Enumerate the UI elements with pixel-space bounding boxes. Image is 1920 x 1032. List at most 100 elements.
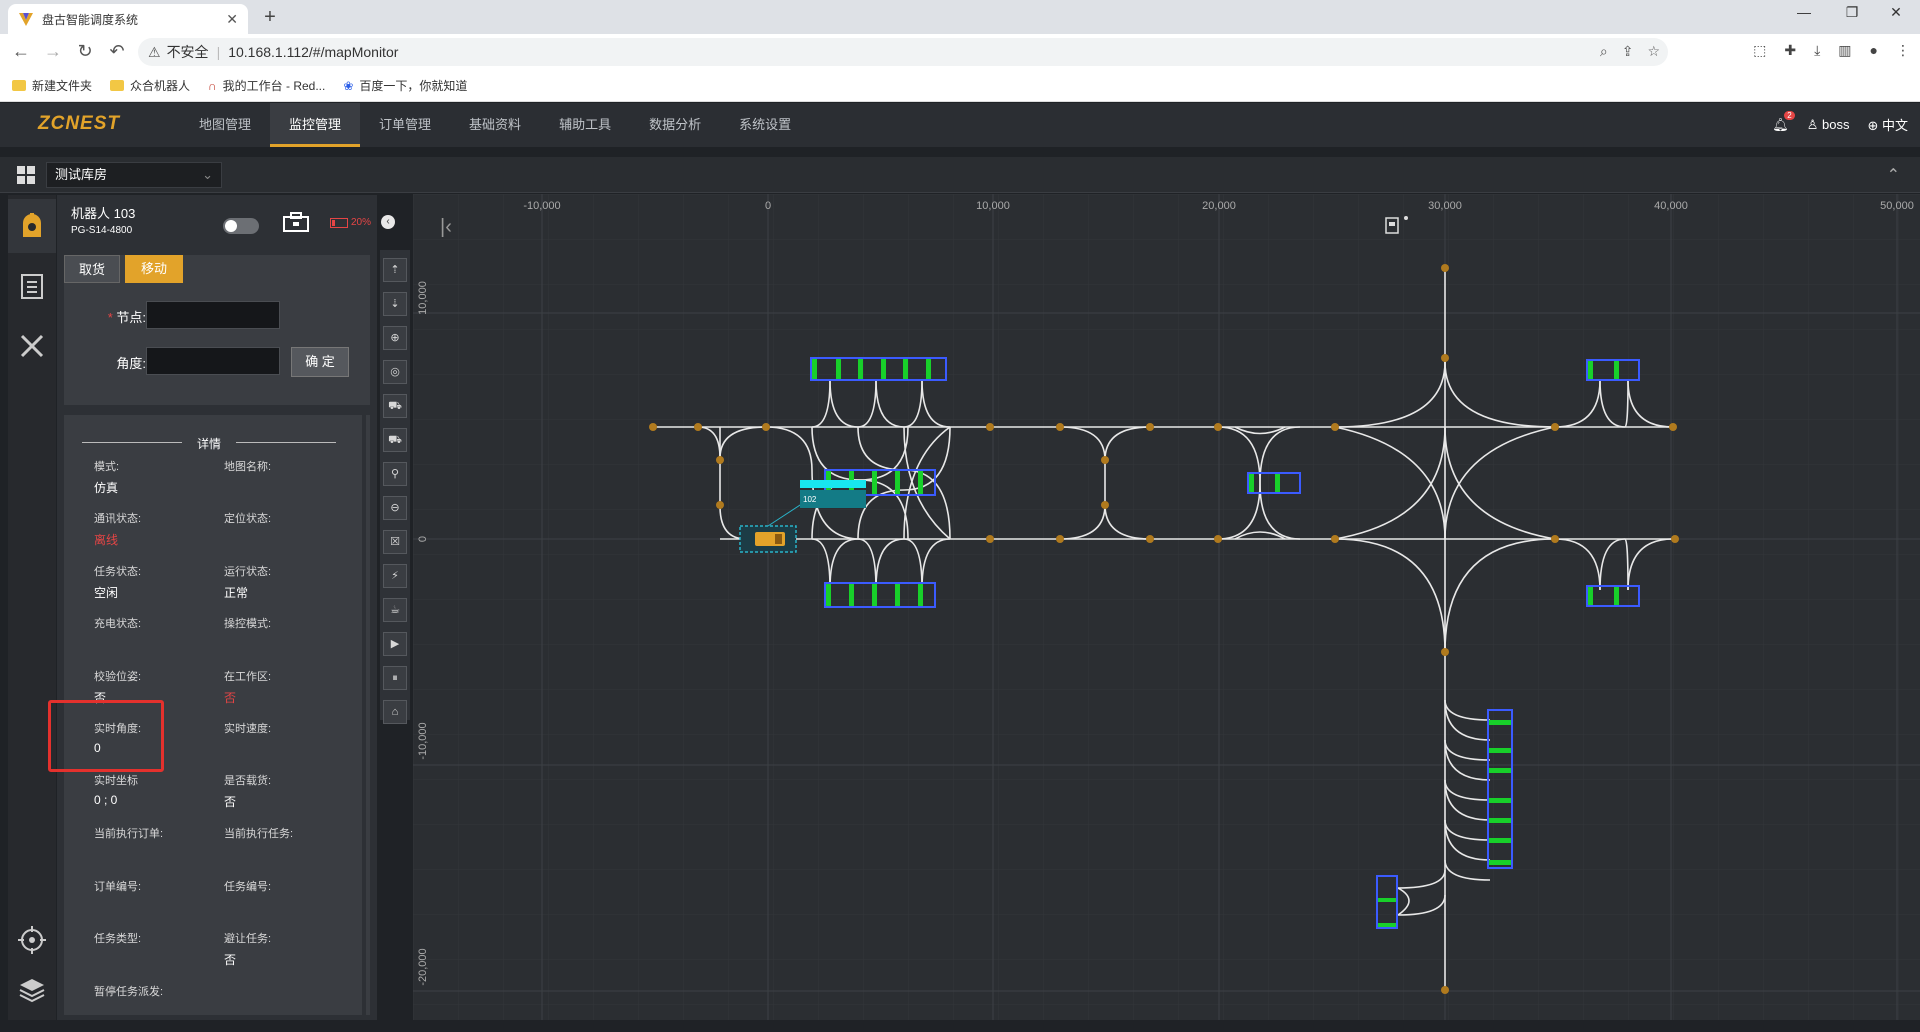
clear-icon[interactable]: ☒ — [383, 530, 407, 554]
extensions-icon[interactable]: ✚ — [1784, 42, 1796, 59]
history-back-icon[interactable]: ↶ — [106, 41, 128, 63]
locate-target-icon[interactable] — [8, 913, 56, 967]
avoid-value: 否 — [224, 953, 237, 967]
cup-icon[interactable]: ☕ — [383, 598, 407, 622]
reload-icon[interactable]: ↻ — [74, 41, 96, 63]
layers-icon[interactable] — [8, 963, 56, 1017]
close-panel-icon[interactable]: ‹ — [381, 215, 395, 229]
address-bar: ← → ↻ ↶ ⚠ 不安全 | 10.168.1.112/#/mapMonito… — [0, 34, 1920, 70]
node-input[interactable] — [146, 301, 280, 329]
redmine-icon: ∩ — [208, 78, 217, 93]
toolbox-icon[interactable] — [283, 212, 309, 232]
baidu-icon: ❀ — [343, 78, 354, 93]
confirm-button[interactable]: 确 定 — [291, 347, 349, 377]
warehouse-select[interactable]: 测试库房 ⌄ — [46, 162, 222, 188]
detail-title: 详情 — [64, 435, 354, 452]
run-state-label: 运行状态: — [224, 566, 272, 578]
dashboard-icon[interactable] — [16, 165, 36, 185]
y-tick: -10,000 — [417, 722, 429, 759]
bookmark-item[interactable]: ❀ 百度一下，你就知道 — [343, 77, 467, 94]
nav-basic-data[interactable]: 基础资料 — [450, 103, 540, 147]
robot-enable-toggle[interactable] — [223, 218, 259, 234]
angle-input[interactable] — [146, 347, 280, 375]
vehicle-icon[interactable]: ⛟ — [383, 394, 407, 418]
left-icon-rail — [8, 195, 56, 1020]
minimize-icon[interactable]: — — [1784, 4, 1824, 20]
charging-station-icon[interactable]: ⚡ — [383, 564, 407, 588]
robot-list-icon[interactable]: ⌂ — [383, 700, 407, 724]
charge-label: 充电状态: — [94, 618, 142, 630]
loc-label: 定位状态: — [224, 513, 272, 525]
clipboard-icon[interactable] — [8, 259, 56, 313]
upload-icon[interactable]: ⇡ — [383, 258, 407, 282]
pick-button[interactable]: 取货 — [64, 255, 120, 283]
x-tick: 30,000 — [1428, 200, 1462, 212]
bookmark-star-icon[interactable]: ☆ — [1647, 43, 1660, 60]
nav-aux-tools[interactable]: 辅助工具 — [540, 103, 630, 147]
pin-icon[interactable]: ⚲ — [383, 462, 407, 486]
check-pose-label: 校验位姿: — [94, 671, 142, 683]
download-icon[interactable]: ⤓ — [1814, 42, 1820, 59]
target-icon[interactable]: ◎ — [383, 360, 407, 384]
brand-logo: ZCNEST — [38, 113, 120, 134]
collapse-panel-icon[interactable]: |‹ — [440, 216, 452, 238]
play-icon[interactable]: ▶ — [383, 632, 407, 656]
pause-icon[interactable]: ⏸ — [383, 666, 407, 690]
tools-icon[interactable] — [8, 319, 56, 373]
screenshot-icon[interactable]: ⬚ — [1753, 42, 1766, 59]
profile-icon[interactable]: ● — [1870, 42, 1878, 59]
warning-icon: ⚠ — [148, 43, 161, 60]
nav-monitor[interactable]: 监控管理 — [270, 103, 361, 147]
task-no-label: 任务编号: — [224, 881, 272, 893]
stop-icon[interactable]: ⊖ — [383, 496, 407, 520]
current-task-label: 当前执行任务: — [224, 828, 294, 840]
security-label: 不安全 — [166, 44, 209, 60]
robot-name: 机器人 103 — [71, 206, 136, 221]
map-svg[interactable]: -10,000 0 10,000 20,000 30,000 40,000 50… — [413, 194, 1920, 1020]
move-button[interactable]: 移动 — [125, 255, 183, 283]
sub-header: 测试库房 ⌄ ⌃ — [0, 157, 1920, 193]
back-icon[interactable]: ← — [10, 41, 32, 63]
tab-title: 盘古智能调度系统 — [42, 12, 139, 27]
map-canvas[interactable]: -10,000 0 10,000 20,000 30,000 40,000 50… — [413, 194, 1920, 1020]
collapse-icon[interactable]: ⌃ — [1887, 165, 1900, 185]
language-switch[interactable]: ⊕ 中文 — [1867, 115, 1908, 134]
task-state-value: 空闲 — [94, 586, 119, 600]
current-order-label: 当前执行订单: — [94, 828, 164, 840]
robot-header: 机器人 103 PG-S14-4800 20% — [57, 195, 377, 245]
task-type-label: 任务类型: — [94, 933, 142, 945]
sidepanel-icon[interactable]: ▥ — [1838, 42, 1851, 59]
robot-monitor-icon[interactable] — [8, 199, 56, 253]
close-tab-icon[interactable]: ✕ — [226, 11, 238, 28]
bookmark-item[interactable]: ∩ 我的工作台 - Red... — [208, 77, 325, 94]
zoom-icon[interactable]: ⌕ — [1600, 43, 1608, 60]
nav-orders[interactable]: 订单管理 — [360, 103, 450, 147]
globe-icon: ⊕ — [1867, 118, 1879, 133]
nav-map-manage[interactable]: 地图管理 — [180, 103, 270, 147]
bookmark-item[interactable]: 众合机器人 — [110, 77, 190, 94]
center-icon[interactable]: ⊕ — [383, 326, 407, 350]
forward-icon[interactable]: → — [42, 41, 64, 63]
restore-icon[interactable]: ❐ — [1832, 4, 1872, 21]
order-no-label: 订单编号: — [94, 881, 142, 893]
user-menu[interactable]: ♙ boss — [1807, 117, 1850, 133]
url-input[interactable]: ⚠ 不安全 | 10.168.1.112/#/mapMonitor ⌕ ⇪ ☆ — [138, 38, 1668, 66]
bookmarks-bar: 新建文件夹 众合机器人 ∩ 我的工作台 - Red... ❀ 百度一下，你就知道 — [0, 70, 1920, 102]
node-label: * 节点: — [107, 310, 146, 325]
loaded-value: 否 — [224, 795, 237, 809]
app-header: ZCNEST 地图管理 监控管理 订单管理 基础资料 辅助工具 数据分析 系统设… — [0, 103, 1920, 147]
bookmark-item[interactable]: 新建文件夹 — [12, 77, 92, 94]
detail-scrollbar[interactable] — [362, 415, 366, 1015]
close-window-icon[interactable]: ✕ — [1876, 4, 1916, 21]
menu-icon[interactable]: ⋮ — [1896, 42, 1910, 59]
share-icon[interactable]: ⇪ — [1622, 43, 1634, 60]
vehicle-alt-icon[interactable]: ⛟ — [383, 428, 407, 452]
new-tab-icon[interactable]: + — [258, 6, 282, 30]
notification-bell-icon[interactable]: 🔔︎ 2 — [1772, 110, 1795, 133]
y-tick: -20,000 — [417, 948, 429, 985]
nav-system-settings[interactable]: 系统设置 — [720, 103, 810, 147]
browser-tab[interactable]: 盘古智能调度系统 ✕ — [8, 4, 248, 34]
user-icon: ♙ — [1806, 116, 1819, 132]
nav-data-analysis[interactable]: 数据分析 — [630, 103, 720, 147]
download-map-icon[interactable]: ⇣ — [383, 292, 407, 316]
